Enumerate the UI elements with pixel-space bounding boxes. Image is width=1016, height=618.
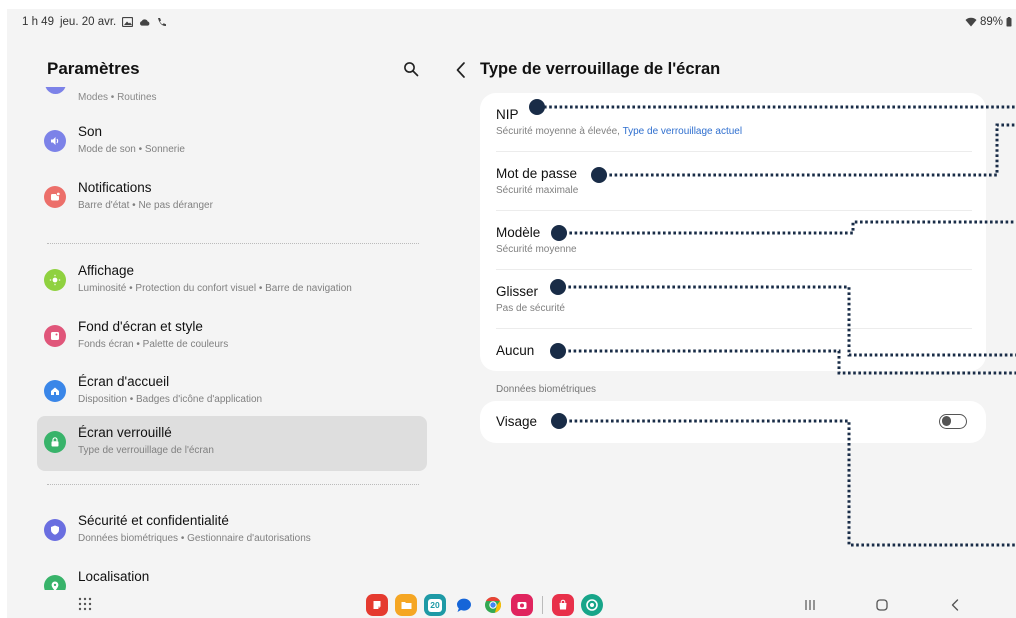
notes-app-icon[interactable]: [366, 594, 388, 616]
calendar-app-icon[interactable]: 20: [424, 594, 446, 616]
settings-screen: 1 h 49 jeu. 20 avr. 89% Paramètres Modes…: [7, 9, 1016, 618]
nav-back-icon[interactable]: [950, 598, 960, 612]
callout-dot-pattern: [551, 225, 567, 241]
app-dock: 20: [366, 594, 603, 616]
fitness-app-icon[interactable]: [581, 594, 603, 616]
recent-apps-icon[interactable]: [803, 599, 817, 611]
callout-dot-pin: [529, 99, 545, 115]
callout-dot-none: [550, 343, 566, 359]
camera-app-icon[interactable]: [511, 594, 533, 616]
store-app-icon[interactable]: [552, 594, 574, 616]
files-app-icon[interactable]: [395, 594, 417, 616]
leader-line-pattern: [559, 220, 1016, 235]
navigation-bar: 20: [7, 593, 1016, 618]
callout-leaders: [544, 105, 1016, 547]
leader-line-swipe: [558, 285, 1016, 357]
messages-app-icon[interactable]: [453, 594, 475, 616]
calendar-day: 20: [428, 598, 442, 612]
callout-dot-face: [551, 413, 567, 429]
leader-line-none: [558, 349, 1016, 375]
chrome-app-icon[interactable]: [482, 594, 504, 616]
home-icon[interactable]: [875, 598, 889, 612]
leader-line-password: [599, 123, 1016, 177]
leader-line-face: [559, 419, 1016, 547]
callout-dot-swipe: [550, 279, 566, 295]
callout-dot-password: [591, 167, 607, 183]
dock-separator: [542, 596, 543, 614]
apps-grid-icon[interactable]: [77, 596, 93, 612]
